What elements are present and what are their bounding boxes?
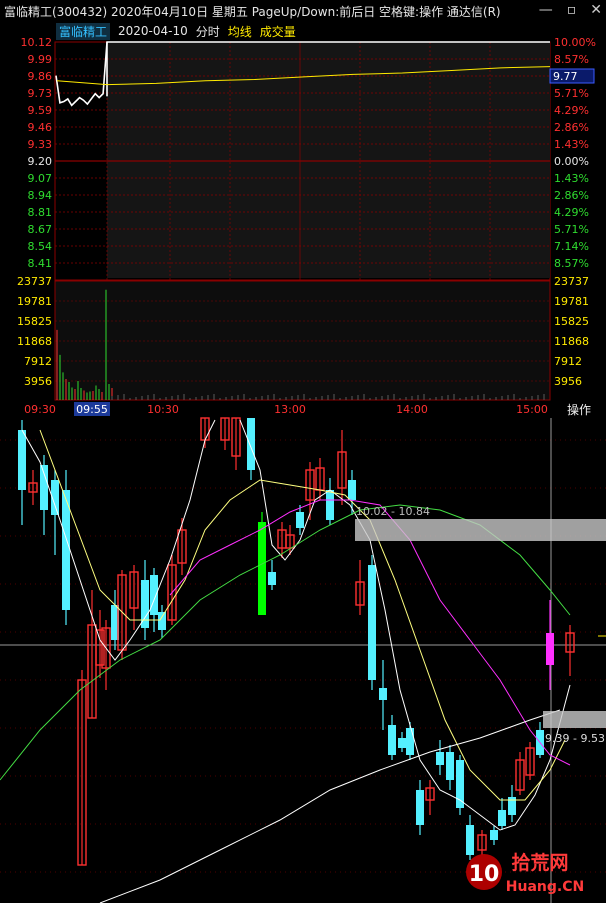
volume-tick-label: 3956 <box>24 375 52 388</box>
pct-tick-label: 0.00% <box>554 155 589 168</box>
watermark-sub: Huang.CN <box>506 879 584 895</box>
volume-tick-label: 15825 <box>17 315 52 328</box>
volume-tick-label: 23737 <box>17 275 52 288</box>
price-tick-label: 8.81 <box>28 206 53 219</box>
candle-body <box>326 490 334 520</box>
pct-tick-label: 4.29% <box>554 104 589 117</box>
volume-tick-label-right: 23737 <box>554 275 589 288</box>
candle-body <box>398 738 406 748</box>
price-tick-label: 9.46 <box>28 121 53 134</box>
price-tick-label: 10.12 <box>21 36 53 49</box>
current-price-tag: 9.77 <box>553 70 578 83</box>
kline-panel-bg <box>0 418 606 903</box>
volume-tick-label-right: 3956 <box>554 375 582 388</box>
upper-range-box <box>355 519 606 541</box>
candle-body <box>18 430 26 490</box>
candle-body <box>490 830 498 840</box>
candle-body <box>296 512 304 528</box>
time-tick-label: 14:00 <box>396 403 428 416</box>
watermark-text: 拾荒网 <box>511 851 568 874</box>
time-tick-label: 15:00 <box>516 403 548 416</box>
candle-body <box>247 418 255 470</box>
pct-tick-label: 1.43% <box>554 138 589 151</box>
volume-panel-frame <box>54 280 551 401</box>
pct-tick-label: 4.29% <box>554 206 589 219</box>
candle-body <box>158 612 166 630</box>
pct-tick-label: 5.71% <box>554 87 589 100</box>
price-tick-label: 9.99 <box>28 53 53 66</box>
time-tick-label: 09:55 <box>76 403 108 416</box>
limit-shade <box>107 42 550 278</box>
price-tick-label: 8.94 <box>28 189 53 202</box>
pct-tick-label: 10.00% <box>554 36 596 49</box>
price-tick-label: 9.20 <box>28 155 53 168</box>
candle-body <box>368 565 376 680</box>
ops-button[interactable]: 操作 <box>552 401 606 417</box>
pct-tick-label: 1.43% <box>554 172 589 185</box>
pct-tick-label: 2.86% <box>554 189 589 202</box>
price-tick-label: 9.07 <box>28 172 53 185</box>
candle-body <box>379 688 387 700</box>
chart-canvas[interactable]: 10.12 9.99 9.86 9.73 9.59 9.46 9.33 9.20 9.07 8.9… <box>0 0 606 903</box>
volume-tick-label: 19781 <box>17 295 52 308</box>
candle-body <box>498 810 506 826</box>
price-tick-label: 9.86 <box>28 70 53 83</box>
volume-tick-label-right: 7912 <box>554 355 582 368</box>
watermark-number: 10 <box>469 862 500 887</box>
candle-body <box>388 725 396 755</box>
price-tick-label: 8.41 <box>28 257 53 270</box>
volume-tick-label-right: 11868 <box>554 335 589 348</box>
lower-range-box <box>543 711 606 728</box>
volume-tick-label-right: 15825 <box>554 315 589 328</box>
candle-body <box>456 760 464 808</box>
candle-body <box>150 575 158 615</box>
candle-body <box>348 480 356 500</box>
price-tick-label: 9.59 <box>28 104 53 117</box>
time-tick-label: 13:00 <box>274 403 306 416</box>
pct-tick-label: 5.71% <box>554 223 589 236</box>
price-tick-label: 9.73 <box>28 87 53 100</box>
candle-body <box>546 633 554 665</box>
volume-tick-label: 11868 <box>17 335 52 348</box>
pct-tick-label: 8.57% <box>554 257 589 270</box>
candle-body <box>416 790 424 825</box>
price-tick-label: 8.67 <box>28 223 53 236</box>
time-tick-label: 09:30 <box>24 403 56 416</box>
pct-tick-label: 7.14% <box>554 240 589 253</box>
pct-tick-label: 2.86% <box>554 121 589 134</box>
candle-body <box>436 752 444 765</box>
watermark-logo: 10 拾荒网 Huang.CN <box>466 851 584 895</box>
candle-body <box>40 465 48 510</box>
upper-range-label: 10.02 - 10.84 <box>356 505 430 518</box>
price-tick-label: 8.54 <box>28 240 53 253</box>
candle-body <box>406 728 414 755</box>
candle-body <box>268 572 276 585</box>
lower-range-label: 9.39 - 9.53 <box>545 732 605 745</box>
time-tick-label: 10:30 <box>147 403 179 416</box>
volume-tick-label: 7912 <box>24 355 52 368</box>
candle-body <box>466 825 474 855</box>
volume-tick-label-right: 19781 <box>554 295 589 308</box>
price-tick-label: 9.33 <box>28 138 53 151</box>
candle-body <box>446 752 454 780</box>
candle-body <box>258 522 266 615</box>
pct-tick-label: 8.57% <box>554 53 589 66</box>
